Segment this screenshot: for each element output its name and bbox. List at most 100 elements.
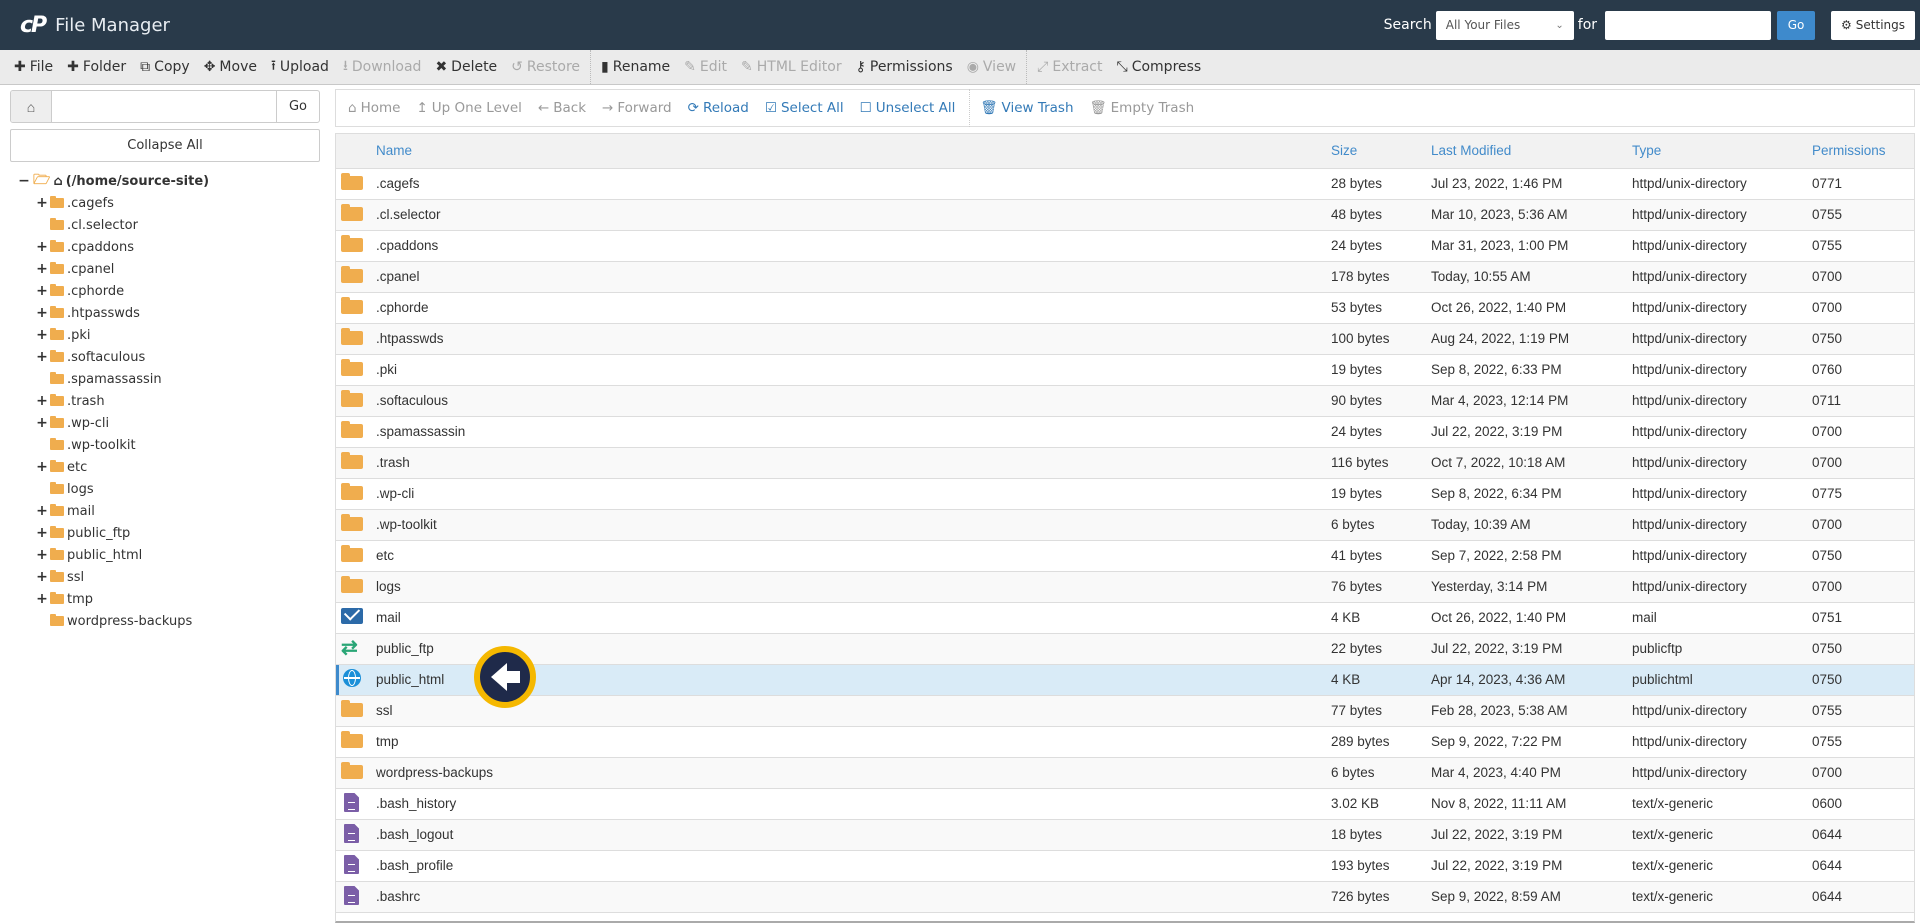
- empty-trash-button[interactable]: 🗑 Empty Trash: [1084, 100, 1205, 116]
- tree-item[interactable]: + ssl: [10, 566, 320, 588]
- name-cell[interactable]: .wp-cli: [376, 478, 1331, 510]
- path-go-button[interactable]: Go: [276, 91, 319, 122]
- expand-icon[interactable]: +: [36, 415, 48, 431]
- up-one-level-button[interactable]: ↥ Up One Level: [410, 100, 531, 116]
- col-permissions[interactable]: Permissions: [1812, 134, 1914, 169]
- table-row[interactable]: logs 76 bytes Yesterday, 3:14 PM httpd/u…: [336, 571, 1914, 603]
- move-button[interactable]: ✥ Move: [200, 50, 267, 84]
- tree-item[interactable]: + public_ftp: [10, 522, 320, 544]
- name-cell[interactable]: .pki: [376, 354, 1331, 386]
- extract-button[interactable]: ⤢ Extract: [1033, 50, 1112, 84]
- name-cell[interactable]: etc: [376, 540, 1331, 572]
- tree-item[interactable]: + .trash: [10, 390, 320, 412]
- table-row[interactable]: .bash_logout 18 bytes Jul 22, 2022, 3:19…: [336, 819, 1914, 851]
- expand-icon[interactable]: +: [36, 327, 48, 343]
- compress-button[interactable]: ⤡ Compress: [1113, 50, 1212, 84]
- name-cell[interactable]: logs: [376, 571, 1331, 603]
- upload-button[interactable]: ⭱ Upload: [267, 50, 339, 84]
- expand-icon[interactable]: +: [36, 239, 48, 255]
- name-cell[interactable]: .cpanel: [376, 261, 1331, 293]
- new-file-button[interactable]: ✚ File: [10, 50, 63, 84]
- tree-root[interactable]: − 🗁 ⌂ (/home/source-site): [10, 170, 320, 192]
- rename-button[interactable]: ▮ Rename: [597, 50, 680, 84]
- table-row[interactable]: mail 4 KB Oct 26, 2022, 1:40 PM mail 075…: [336, 602, 1914, 634]
- name-cell[interactable]: .wp-toolkit: [376, 509, 1331, 541]
- table-row[interactable]: .htpasswds 100 bytes Aug 24, 2022, 1:19 …: [336, 323, 1914, 355]
- restore-button[interactable]: ↺ Restore: [507, 50, 590, 84]
- table-row[interactable]: .cagefs 28 bytes Jul 23, 2022, 1:46 PM h…: [336, 168, 1914, 200]
- name-cell[interactable]: .bashrc: [376, 881, 1331, 913]
- table-row[interactable]: .cpanel 178 bytes Today, 10:55 AM httpd/…: [336, 261, 1914, 293]
- tree-item[interactable]: wordpress-backups: [10, 610, 320, 632]
- tree-item[interactable]: + public_html: [10, 544, 320, 566]
- expand-icon[interactable]: +: [36, 261, 48, 277]
- home-icon[interactable]: ⌂: [11, 91, 52, 122]
- select-all-button[interactable]: ☑ Select All: [759, 100, 854, 116]
- new-folder-button[interactable]: ✚ Folder: [63, 50, 136, 84]
- tree-item[interactable]: + .cpanel: [10, 258, 320, 280]
- tree-item[interactable]: + .cagefs: [10, 192, 320, 214]
- expand-icon[interactable]: +: [36, 459, 48, 475]
- download-button[interactable]: ⭳ Download: [339, 50, 432, 84]
- name-cell[interactable]: .bash_history: [376, 788, 1331, 820]
- name-cell[interactable]: mail: [376, 602, 1331, 634]
- reload-button[interactable]: ⟳ Reload: [682, 100, 759, 116]
- table-row[interactable]: .bashrc 726 bytes Sep 9, 2022, 8:59 AM t…: [336, 881, 1914, 913]
- view-trash-button[interactable]: 🗑 View Trash: [974, 100, 1083, 116]
- table-row[interactable]: .bash_profile 193 bytes Jul 22, 2022, 3:…: [336, 850, 1914, 882]
- tree-item[interactable]: logs: [10, 478, 320, 500]
- view-button[interactable]: ◉ View: [963, 50, 1026, 84]
- name-cell[interactable]: .spamassassin: [376, 416, 1331, 448]
- table-row[interactable]: ssl 77 bytes Feb 28, 2023, 5:38 AM httpd…: [336, 695, 1914, 727]
- col-last-modified[interactable]: Last Modified: [1431, 134, 1632, 169]
- path-input[interactable]: [52, 91, 276, 122]
- name-cell[interactable]: wordpress-backups: [376, 757, 1331, 789]
- expand-icon[interactable]: +: [36, 283, 48, 299]
- name-cell[interactable]: .bash_profile: [376, 850, 1331, 882]
- table-row[interactable]: .cpaddons 24 bytes Mar 31, 2023, 1:00 PM…: [336, 230, 1914, 262]
- expand-icon[interactable]: +: [36, 349, 48, 365]
- collapse-toggle-icon[interactable]: −: [18, 173, 30, 189]
- tree-item[interactable]: .spamassassin: [10, 368, 320, 390]
- table-row[interactable]: public_html 4 KB Apr 14, 2023, 4:36 AM p…: [336, 664, 1914, 696]
- tree-item[interactable]: .wp-toolkit: [10, 434, 320, 456]
- delete-button[interactable]: ✖ Delete: [431, 50, 507, 84]
- name-cell[interactable]: .bash_logout: [376, 819, 1331, 851]
- forward-button[interactable]: → Forward: [596, 100, 682, 116]
- name-cell[interactable]: .cagefs: [376, 168, 1331, 200]
- table-row[interactable]: etc 41 bytes Sep 7, 2022, 2:58 PM httpd/…: [336, 540, 1914, 572]
- search-scope-select[interactable]: All Your Files ⌄: [1435, 10, 1574, 40]
- expand-icon[interactable]: +: [36, 393, 48, 409]
- table-row[interactable]: .bash_history 3.02 KB Nov 8, 2022, 11:11…: [336, 788, 1914, 820]
- name-cell[interactable]: .trash: [376, 447, 1331, 479]
- table-row[interactable]: .softaculous 90 bytes Mar 4, 2023, 12:14…: [336, 385, 1914, 417]
- expand-icon[interactable]: +: [36, 305, 48, 321]
- tree-item[interactable]: + .softaculous: [10, 346, 320, 368]
- table-row[interactable]: .cphorde 53 bytes Oct 26, 2022, 1:40 PM …: [336, 292, 1914, 324]
- col-name[interactable]: Name: [376, 134, 1331, 169]
- copy-button[interactable]: ⧉ Copy: [136, 50, 200, 84]
- expand-icon[interactable]: +: [36, 525, 48, 541]
- name-cell[interactable]: .cl.selector: [376, 199, 1331, 231]
- tree-item[interactable]: + .htpasswds: [10, 302, 320, 324]
- expand-icon[interactable]: +: [36, 591, 48, 607]
- back-button[interactable]: ← Back: [532, 100, 596, 116]
- table-row[interactable]: .wp-toolkit 6 bytes Today, 10:39 AM http…: [336, 509, 1914, 541]
- unselect-all-button[interactable]: ☐ Unselect All: [854, 100, 966, 116]
- name-cell[interactable]: tmp: [376, 726, 1331, 758]
- table-row[interactable]: .wp-cli 19 bytes Sep 8, 2022, 6:34 PM ht…: [336, 478, 1914, 510]
- tree-item[interactable]: + .cphorde: [10, 280, 320, 302]
- col-type[interactable]: Type: [1632, 134, 1812, 169]
- table-row[interactable]: wordpress-backups 6 bytes Mar 4, 2023, 4…: [336, 757, 1914, 789]
- table-row[interactable]: .spamassassin 24 bytes Jul 22, 2022, 3:1…: [336, 416, 1914, 448]
- tree-item[interactable]: .cl.selector: [10, 214, 320, 236]
- tree-item[interactable]: + mail: [10, 500, 320, 522]
- search-input[interactable]: [1605, 10, 1772, 40]
- name-cell[interactable]: .cphorde: [376, 292, 1331, 324]
- expand-icon[interactable]: +: [36, 195, 48, 211]
- html-editor-button[interactable]: ✎ HTML Editor: [737, 50, 852, 84]
- home-button[interactable]: ⌂ Home: [342, 100, 410, 116]
- search-go-button[interactable]: Go: [1777, 10, 1816, 40]
- permissions-button[interactable]: ⚷ Permissions: [852, 50, 963, 84]
- tree-item[interactable]: + .cpaddons: [10, 236, 320, 258]
